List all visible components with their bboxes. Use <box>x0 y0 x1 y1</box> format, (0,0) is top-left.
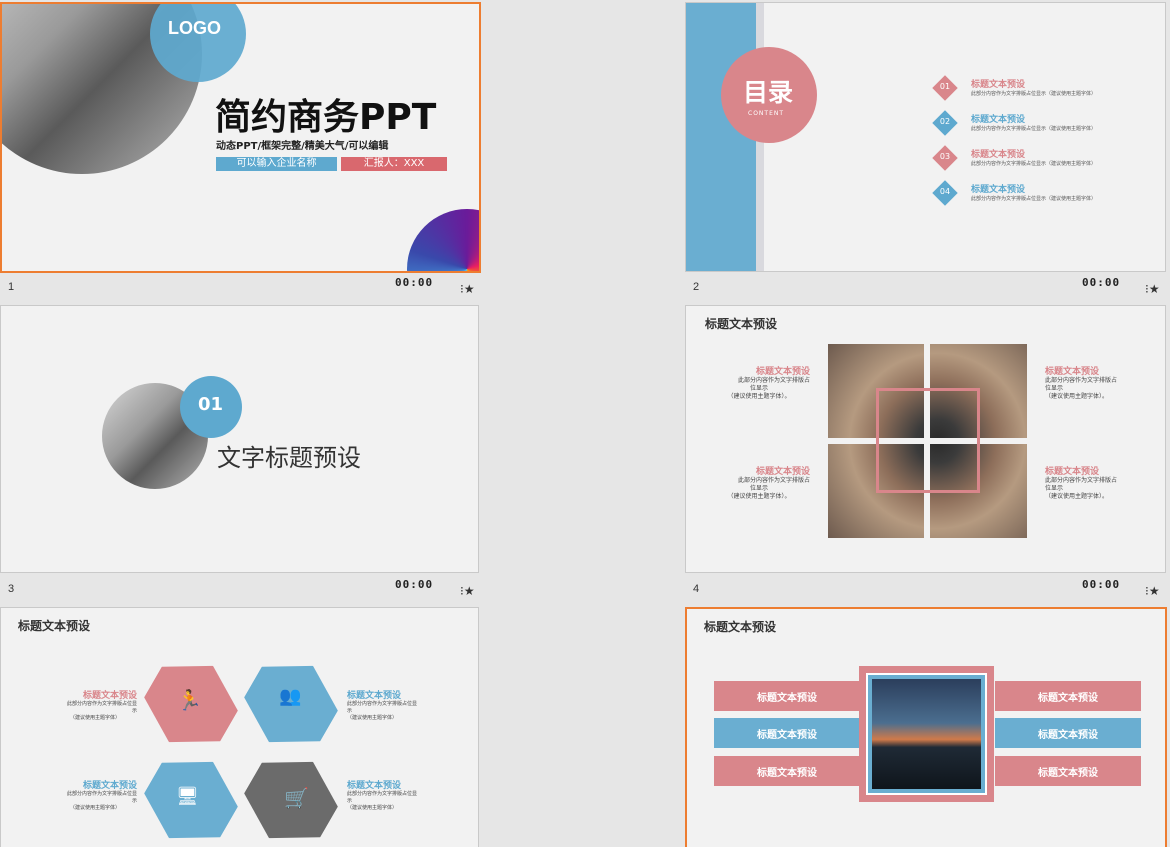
runner-icon: 🏃 <box>177 688 202 712</box>
slide-number: 1 <box>8 281 15 293</box>
slide-2-thumbnail[interactable]: 目录 CONTENT 01 标题文本预设 此部分内容作为文字排版占位显示（建议使… <box>685 2 1166 272</box>
text-block-right-bottom: 标题文本预设 此部分内容作为文字排版占 位显示 （建议使用主题字体）。 <box>1045 467 1118 500</box>
slide-timing: 00:00 <box>1082 276 1121 289</box>
slide-header: 标题文本预设 <box>705 317 778 331</box>
section-number: 01 <box>198 394 224 415</box>
slide-header: 标题文本预设 <box>18 619 91 633</box>
slide-subtitle: 动态PPT/框架完整/精美大气/可以编辑 <box>216 141 389 152</box>
slide-sorter: LOGO 简约商务PPT 动态PPT/框架完整/精美大气/可以编辑 可以输入企业… <box>0 0 1170 847</box>
slide-5-thumbnail[interactable]: 标题文本预设 🏃 👥 🖥 🛒 标题文本预设 此部分内容作为文字排版占位显 示 （… <box>0 607 479 847</box>
slide-title: 简约商务PPT <box>215 97 437 138</box>
text-block-right-top: 标题文本预设 此部分内容作为文字排版占 位显示 （建议使用主题字体）。 <box>1045 367 1118 400</box>
toc-item-4: 04 标题文本预设 此部分内容作为文字排版占位显示（建议使用主题字体） <box>932 180 1136 212</box>
bar-left-1: 标题文本预设 <box>714 681 860 711</box>
landscape-photo <box>872 679 981 789</box>
text-block-left-bottom: 标题文本预设 此部分内容作为文字排版占 位显示 （建议使用主题字体）。 <box>727 467 810 500</box>
colorful-corner-image <box>407 209 479 271</box>
slide-3-thumbnail[interactable]: 01 文字标题预设 <box>0 305 479 573</box>
section-title: 文字标题预设 <box>217 444 361 472</box>
bar-right-2: 标题文本预设 <box>995 718 1141 748</box>
star-transition-icon[interactable]: ⁝★ <box>1145 584 1160 598</box>
text-block-right-bottom: 标题文本预设 此部分内容作为文字排版占位显 示 （建议使用主题字体） <box>347 781 418 811</box>
company-label: 可以输入企业名称 <box>216 157 337 171</box>
bar-right-1: 标题文本预设 <box>995 681 1141 711</box>
slide-number: 2 <box>693 281 700 293</box>
toc-title: 目录 <box>743 78 794 107</box>
slide-number: 4 <box>693 583 700 595</box>
slide-number: 3 <box>8 583 15 595</box>
reporter-label: 汇报人：XXX <box>341 157 447 171</box>
toc-item-2: 02 标题文本预设 此部分内容作为文字排版占位显示（建议使用主题字体） <box>932 110 1136 142</box>
toc-subtitle: CONTENT <box>748 110 785 117</box>
bar-right-3: 标题文本预设 <box>995 756 1141 786</box>
star-transition-icon[interactable]: ⁝★ <box>460 282 475 296</box>
slide-timing: 00:00 <box>395 578 434 591</box>
slide-header: 标题文本预设 <box>704 620 777 634</box>
people-icon: 👥 <box>279 686 302 707</box>
devices-icon: 🖥 <box>176 786 199 807</box>
slide-4-thumbnail[interactable]: 标题文本预设 标题文本预设 此部分内容作为文字排版占 位显示 （建议使用主题字体… <box>685 305 1166 573</box>
bar-left-2: 标题文本预设 <box>714 718 860 748</box>
slide-6-thumbnail[interactable]: 标题文本预设 标题文本预设 标题文本预设 标题文本预设 标题文本预设 标题文本预… <box>685 607 1167 847</box>
text-block-left-top: 标题文本预设 此部分内容作为文字排版占位显 示 （建议使用主题字体） <box>66 691 137 721</box>
text-block-left-top: 标题文本预设 此部分内容作为文字排版占 位显示 （建议使用主题字体）。 <box>727 367 810 400</box>
blue-side-band <box>686 3 756 271</box>
slide-timing: 00:00 <box>1082 578 1121 591</box>
text-block-left-bottom: 标题文本预设 此部分内容作为文字排版占位显 示 （建议使用主题字体） <box>66 781 137 811</box>
star-transition-icon[interactable]: ⁝★ <box>460 584 475 598</box>
cart-icon: 🛒 <box>284 786 309 810</box>
toc-item-3: 03 标题文本预设 此部分内容作为文字排版占位显示（建议使用主题字体） <box>932 145 1136 177</box>
logo-text: LOGO <box>168 18 221 38</box>
bar-left-3: 标题文本预设 <box>714 756 860 786</box>
text-block-right-top: 标题文本预设 此部分内容作为文字排版占位显 示 （建议使用主题字体） <box>347 691 418 721</box>
slide-1-thumbnail[interactable]: LOGO 简约商务PPT 动态PPT/框架完整/精美大气/可以编辑 可以输入企业… <box>0 2 481 273</box>
slide-timing: 00:00 <box>395 276 434 289</box>
toc-item-1: 01 标题文本预设 此部分内容作为文字排版占位显示（建议使用主题字体） <box>932 75 1136 107</box>
star-transition-icon[interactable]: ⁝★ <box>1145 282 1160 296</box>
photo-frame <box>876 388 980 493</box>
